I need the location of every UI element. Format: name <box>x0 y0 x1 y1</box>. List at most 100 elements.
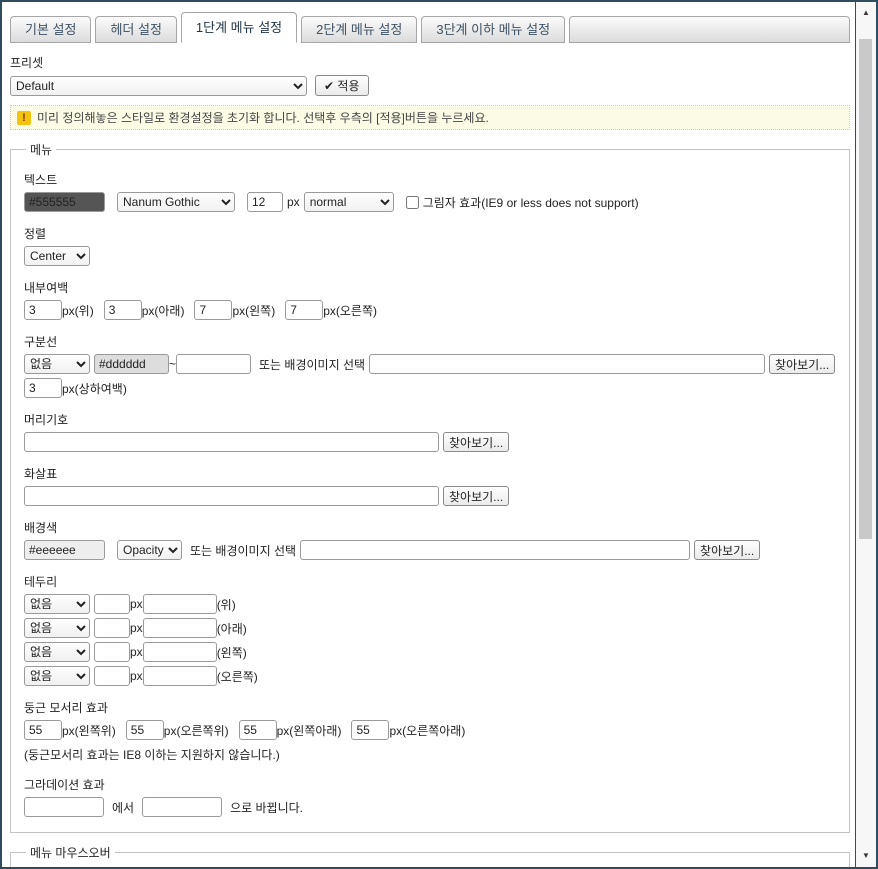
text-color-input[interactable] <box>24 192 105 212</box>
tilde-label: ~ <box>169 357 176 371</box>
radius-bottom-right-suffix: px(오른쪽아래) <box>389 722 465 739</box>
gradient-to-suffix: 으로 바뀝니다. <box>230 799 303 816</box>
rounded-label: 둥근 모서리 효과 <box>24 699 837 716</box>
padding-label: 내부여백 <box>24 279 837 296</box>
background-label: 배경색 <box>24 519 837 536</box>
text-label: 텍스트 <box>24 171 837 188</box>
font-size-input[interactable] <box>247 192 283 212</box>
settings-panel: 기본 설정 헤더 설정 1단계 메뉴 설정 2단계 메뉴 설정 3단계 이하 메… <box>2 2 855 867</box>
gradient-label: 그라데이션 효과 <box>24 776 837 793</box>
scroll-up-arrow[interactable]: ▲ <box>856 6 876 20</box>
notice-banner: ! 미리 정의해놓은 스타일로 환경설정을 초기화 합니다. 선택후 우측의 [… <box>10 105 850 130</box>
border-right-color-input[interactable] <box>143 666 217 686</box>
scroll-down-arrow[interactable]: ▼ <box>856 849 876 863</box>
align-label: 정렬 <box>24 225 837 242</box>
divider-style-select[interactable]: 없음 <box>24 354 90 374</box>
tab-strip-filler <box>569 16 850 43</box>
border-bottom-style-select[interactable]: 없음 <box>24 618 90 638</box>
divider-margin-input[interactable] <box>24 378 62 398</box>
border-top-suffix: (위) <box>217 596 236 613</box>
padding-left-input[interactable] <box>194 300 232 320</box>
text-shadow-checkbox[interactable] <box>406 196 419 209</box>
radius-top-right-input[interactable] <box>126 720 164 740</box>
apply-button-label: 적용 <box>337 79 359 93</box>
padding-bottom-suffix: px(아래) <box>142 302 185 319</box>
menu-hover-fieldset: 메뉴 마우스오버 텍스트 Nanum Gothic px normal 그림자 … <box>10 844 850 867</box>
align-select[interactable]: Center <box>24 246 90 266</box>
divider-browse-button[interactable]: 찾아보기... <box>769 354 835 374</box>
scrollbar-thumb[interactable] <box>859 39 872 539</box>
padding-top-suffix: px(위) <box>62 302 94 319</box>
divider-label: 구분선 <box>24 333 837 350</box>
menu-settings-fieldset: 메뉴 텍스트 Nanum Gothic px normal 그림자 효과(IE9… <box>10 141 850 833</box>
px-unit-label: px <box>130 597 143 611</box>
menu-fieldset-legend: 메뉴 <box>26 141 56 158</box>
gradient-to-input[interactable] <box>142 797 222 817</box>
tab-basic-settings[interactable]: 기본 설정 <box>10 16 91 43</box>
border-bottom-color-input[interactable] <box>143 618 217 638</box>
radius-bottom-left-suffix: px(왼쪽아래) <box>277 722 342 739</box>
radius-top-right-suffix: px(오른쪽위) <box>164 722 229 739</box>
vertical-scrollbar[interactable]: ▲ ▼ <box>855 2 876 867</box>
settings-window: 기본 설정 헤더 설정 1단계 메뉴 설정 2단계 메뉴 설정 3단계 이하 메… <box>0 0 878 869</box>
tab-bar: 기본 설정 헤더 설정 1단계 메뉴 설정 2단계 메뉴 설정 3단계 이하 메… <box>10 10 850 43</box>
tab-level3-menu-settings[interactable]: 3단계 이하 메뉴 설정 <box>421 16 565 43</box>
px-unit-label: px <box>130 645 143 659</box>
font-weight-select[interactable]: normal <box>304 192 394 212</box>
border-right-suffix: (오른쪽) <box>217 668 258 685</box>
padding-left-suffix: px(왼쪽) <box>232 302 275 319</box>
divider-margin-suffix: px(상하여백) <box>62 380 127 397</box>
divider-color-from-input[interactable] <box>94 354 169 374</box>
border-label: 테두리 <box>24 573 837 590</box>
menu-hover-fieldset-legend: 메뉴 마우스오버 <box>26 844 115 861</box>
background-browse-button[interactable]: 찾아보기... <box>694 540 760 560</box>
gradient-from-suffix: 에서 <box>112 799 134 816</box>
border-left-width-input[interactable] <box>94 642 130 662</box>
tab-level2-menu-settings[interactable]: 2단계 메뉴 설정 <box>301 16 417 43</box>
border-left-style-select[interactable]: 없음 <box>24 642 90 662</box>
background-image-input[interactable] <box>300 540 690 560</box>
border-top-width-input[interactable] <box>94 594 130 614</box>
tab-level1-menu-settings[interactable]: 1단계 메뉴 설정 <box>181 12 297 43</box>
border-right-style-select[interactable]: 없음 <box>24 666 90 686</box>
tab-header-settings[interactable]: 헤더 설정 <box>95 16 176 43</box>
gradient-from-input[interactable] <box>24 797 104 817</box>
font-family-select[interactable]: Nanum Gothic <box>117 192 235 212</box>
divider-or-image-label: 또는 배경이미지 선택 <box>259 356 365 373</box>
text-shadow-option: 그림자 효과(IE9 or less does not support) <box>406 194 639 211</box>
padding-right-input[interactable] <box>285 300 323 320</box>
check-icon: ✔ <box>324 79 334 93</box>
background-opacity-select[interactable]: Opacity <box>117 540 182 560</box>
rounded-note: (둥근모서리 효과는 IE8 이하는 지원하지 않습니다.) <box>24 746 837 763</box>
apply-button[interactable]: ✔ 적용 <box>315 75 369 96</box>
border-top-style-select[interactable]: 없음 <box>24 594 90 614</box>
padding-bottom-input[interactable] <box>104 300 142 320</box>
background-color-input[interactable] <box>24 540 105 560</box>
border-right-width-input[interactable] <box>94 666 130 686</box>
text-shadow-label: 그림자 효과(IE9 or less does not support) <box>423 194 639 211</box>
preset-label: 프리셋 <box>10 54 850 71</box>
bullet-browse-button[interactable]: 찾아보기... <box>443 432 509 452</box>
arrow-image-input[interactable] <box>24 486 439 506</box>
border-bottom-width-input[interactable] <box>94 618 130 638</box>
bullet-image-input[interactable] <box>24 432 439 452</box>
px-unit-label: px <box>130 669 143 683</box>
radius-top-left-suffix: px(왼쪽위) <box>62 722 116 739</box>
preset-select[interactable]: Default <box>10 76 307 96</box>
radius-bottom-right-input[interactable] <box>351 720 389 740</box>
radius-top-left-input[interactable] <box>24 720 62 740</box>
border-left-color-input[interactable] <box>143 642 217 662</box>
padding-right-suffix: px(오른쪽) <box>323 302 377 319</box>
border-left-suffix: (왼쪽) <box>217 644 247 661</box>
border-top-color-input[interactable] <box>143 594 217 614</box>
border-bottom-suffix: (아래) <box>217 620 247 637</box>
divider-color-to-input[interactable] <box>176 354 251 374</box>
background-or-image-label: 또는 배경이미지 선택 <box>190 542 296 559</box>
px-unit-label: px <box>287 195 300 209</box>
padding-top-input[interactable] <box>24 300 62 320</box>
divider-image-input[interactable] <box>369 354 765 374</box>
warning-icon: ! <box>17 111 31 125</box>
arrow-browse-button[interactable]: 찾아보기... <box>443 486 509 506</box>
radius-bottom-left-input[interactable] <box>239 720 277 740</box>
notice-text: 미리 정의해놓은 스타일로 환경설정을 초기화 합니다. 선택후 우측의 [적용… <box>37 109 489 126</box>
